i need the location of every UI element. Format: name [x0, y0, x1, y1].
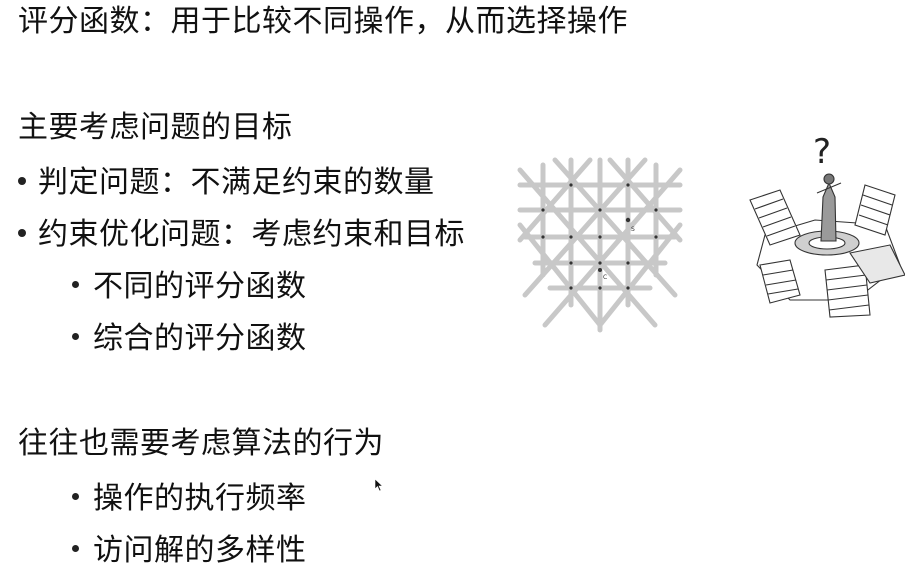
- sub-bullet-item-1-label: 不同的评分函数: [93, 269, 307, 304]
- bullet-item-1-label: 判定问题：不满足约束的数量: [38, 165, 435, 200]
- mouse-cursor-icon: [374, 478, 384, 492]
- section2-heading: 往往也需要考虑算法的行为: [18, 426, 384, 461]
- bullet-icon: [72, 333, 79, 340]
- bullet-item-1: 判定问题：不满足约束的数量: [18, 165, 435, 201]
- slide-title: 评分函数：用于比较不同操作，从而选择操作: [18, 4, 628, 39]
- bullet-item-2-label: 约束优化问题：考虑约束和目标: [38, 217, 465, 252]
- lattice-node-label-c: C: [603, 274, 607, 281]
- sub-bullet-item-3-label: 操作的执行频率: [93, 481, 307, 516]
- section1-heading: 主要考虑问题的目标: [18, 110, 293, 145]
- bullet-item-2: 约束优化问题：考虑约束和目标: [18, 217, 465, 253]
- sub-bullet-item-4: 访问解的多样性: [72, 533, 307, 569]
- escher-staircase-icon: ?: [749, 132, 905, 318]
- sub-bullet-item-3: 操作的执行频率: [72, 481, 307, 517]
- lattice-node-label-s: S: [631, 226, 635, 233]
- sub-bullet-item-2: 综合的评分函数: [72, 321, 307, 357]
- question-mark-symbol: ?: [813, 132, 831, 172]
- sub-bullet-item-1: 不同的评分函数: [72, 269, 307, 305]
- bullet-icon: [72, 545, 79, 552]
- sub-bullet-item-4-label: 访问解的多样性: [93, 533, 307, 568]
- lattice-diagram-icon: S C: [517, 157, 683, 333]
- bullet-icon: [72, 493, 79, 500]
- bullet-icon: [18, 176, 26, 185]
- slide: 评分函数：用于比较不同操作，从而选择操作 主要考虑问题的目标 判定问题：不满足约…: [0, 0, 923, 585]
- bullet-icon: [18, 228, 26, 237]
- bullet-icon: [72, 281, 79, 288]
- sub-bullet-item-2-label: 综合的评分函数: [93, 321, 307, 356]
